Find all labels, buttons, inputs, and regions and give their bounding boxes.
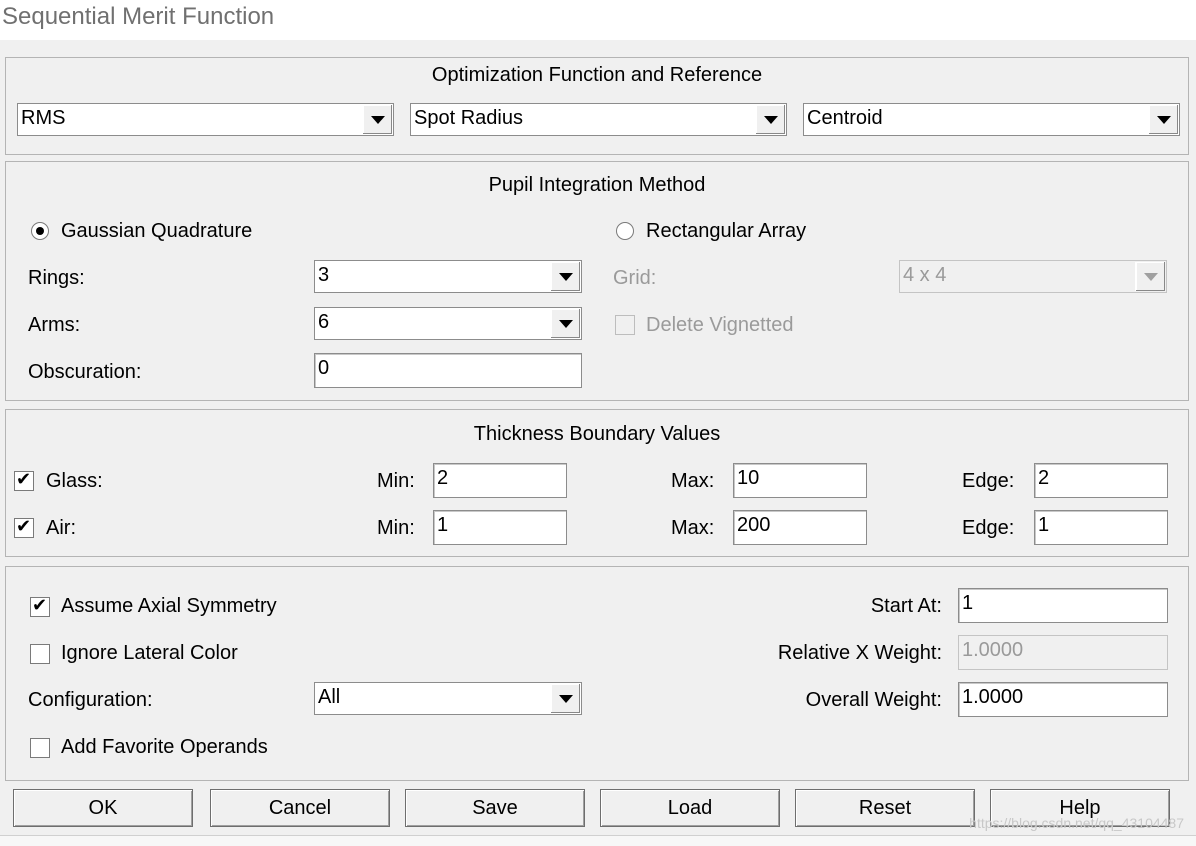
grid-label: Grid: (613, 267, 657, 289)
ignore-lateral-color-label[interactable]: Ignore Lateral Color (61, 642, 238, 665)
glass-label[interactable]: Glass: (46, 470, 103, 493)
reset-button[interactable]: Reset (795, 789, 975, 827)
gaussian-quadrature-label[interactable]: Gaussian Quadrature (61, 220, 252, 243)
window-title: Sequential Merit Function (2, 3, 275, 30)
dropdown-arrow-icon[interactable] (550, 262, 580, 291)
glass-min-input[interactable]: 2 (433, 463, 567, 498)
load-button[interactable]: Load (600, 789, 780, 827)
glass-max-value: 10 (737, 467, 760, 489)
dropdown-arrow-icon[interactable] (550, 309, 580, 338)
air-edge-label: Edge: (962, 517, 1015, 539)
cancel-button[interactable]: Cancel (210, 789, 390, 827)
air-label[interactable]: Air: (46, 517, 76, 540)
glass-checkbox[interactable]: ✔ (14, 469, 34, 491)
optimization-group: Optimization Function and Reference RMS … (5, 57, 1189, 155)
glass-max-input[interactable]: 10 (733, 463, 867, 498)
glass-edge-value: 2 (1038, 467, 1050, 489)
air-max-value: 200 (737, 514, 771, 536)
assume-axial-symmetry-checkbox[interactable]: ✔ (30, 595, 50, 617)
checkmark-icon: ✔ (16, 469, 32, 490)
ok-button[interactable]: OK (13, 789, 193, 827)
overall-weight-input[interactable]: 1.0000 (958, 682, 1168, 717)
air-min-input[interactable]: 1 (433, 510, 567, 545)
glass-min-label: Min: (377, 470, 415, 492)
function-type-value: RMS (21, 107, 66, 129)
delete-vignetted-label[interactable]: Delete Vignetted (646, 314, 794, 337)
air-min-label: Min: (377, 517, 415, 539)
air-max-label: Max: (671, 517, 715, 539)
overall-weight-value: 1.0000 (962, 686, 1024, 708)
configuration-select[interactable]: All (314, 682, 582, 715)
dropdown-arrow-icon[interactable] (1135, 262, 1165, 291)
grid-value: 4 x 4 (903, 264, 947, 286)
rectangular-array-radio[interactable] (616, 222, 634, 240)
save-button[interactable]: Save (405, 789, 585, 827)
grid-select[interactable]: 4 x 4 (899, 260, 1167, 293)
dropdown-arrow-icon[interactable] (550, 684, 580, 713)
rings-label: Rings: (28, 267, 85, 289)
pupil-heading: Pupil Integration Method (488, 174, 706, 196)
criterion-value: Spot Radius (414, 107, 523, 129)
relative-x-weight-input[interactable]: 1.0000 (958, 635, 1168, 670)
arms-value: 6 (318, 311, 330, 333)
arms-select[interactable]: 6 (314, 307, 582, 340)
glass-edge-label: Edge: (962, 470, 1015, 492)
rings-select[interactable]: 3 (314, 260, 582, 293)
rectangular-array-label[interactable]: Rectangular Array (646, 220, 806, 243)
relative-x-weight-label: Relative X Weight: (777, 642, 942, 664)
thickness-heading: Thickness Boundary Values (473, 423, 721, 445)
air-edge-value: 1 (1038, 514, 1050, 536)
title-bar: Sequential Merit Function (0, 0, 1196, 40)
configuration-value: All (318, 686, 341, 708)
arms-label: Arms: (28, 314, 81, 336)
thickness-boundary-group: Thickness Boundary Values ✔ Glass: Min: … (5, 409, 1189, 557)
air-min-value: 1 (437, 514, 449, 536)
start-at-input[interactable]: 1 (958, 588, 1168, 623)
obscuration-label: Obscuration: (28, 361, 142, 383)
radio-selected-dot (36, 227, 44, 235)
checkmark-icon: ✔ (32, 595, 48, 616)
ignore-lateral-color-checkbox[interactable] (30, 644, 50, 664)
air-checkbox[interactable]: ✔ (14, 516, 34, 538)
air-max-input[interactable]: 200 (733, 510, 867, 545)
rings-value: 3 (318, 264, 330, 286)
obscuration-input[interactable]: 0 (314, 353, 582, 388)
gaussian-quadrature-radio[interactable] (31, 222, 49, 240)
start-at-label: Start At: (870, 595, 942, 617)
start-at-value: 1 (962, 592, 974, 614)
glass-min-value: 2 (437, 467, 449, 489)
delete-vignetted-checkbox[interactable] (615, 315, 635, 335)
reference-select[interactable]: Centroid (803, 103, 1180, 136)
configuration-label: Configuration: (28, 689, 153, 711)
underlying-window-strip (0, 835, 1196, 846)
criterion-select[interactable]: Spot Radius (410, 103, 787, 136)
watermark-text: https://blog.csdn.net/qq_43104487 (969, 815, 1184, 831)
assume-axial-symmetry-label[interactable]: Assume Axial Symmetry (61, 595, 277, 618)
air-edge-input[interactable]: 1 (1034, 510, 1168, 545)
add-favorite-operands-checkbox[interactable] (30, 738, 50, 758)
checkmark-icon: ✔ (16, 516, 32, 537)
glass-edge-input[interactable]: 2 (1034, 463, 1168, 498)
relative-x-weight-value: 1.0000 (962, 639, 1024, 661)
dropdown-arrow-icon[interactable] (755, 105, 785, 134)
pupil-integration-group: Pupil Integration Method Gaussian Quadra… (5, 161, 1189, 401)
dropdown-arrow-icon[interactable] (362, 105, 392, 134)
optimization-heading: Optimization Function and Reference (431, 64, 763, 86)
add-favorite-operands-label[interactable]: Add Favorite Operands (61, 736, 268, 759)
options-group: ✔ Assume Axial Symmetry Ignore Lateral C… (5, 566, 1189, 781)
dropdown-arrow-icon[interactable] (1148, 105, 1178, 134)
function-type-select[interactable]: RMS (17, 103, 394, 136)
overall-weight-label: Overall Weight: (805, 689, 942, 711)
glass-max-label: Max: (671, 470, 715, 492)
reference-value: Centroid (807, 107, 883, 129)
obscuration-value: 0 (318, 357, 330, 379)
